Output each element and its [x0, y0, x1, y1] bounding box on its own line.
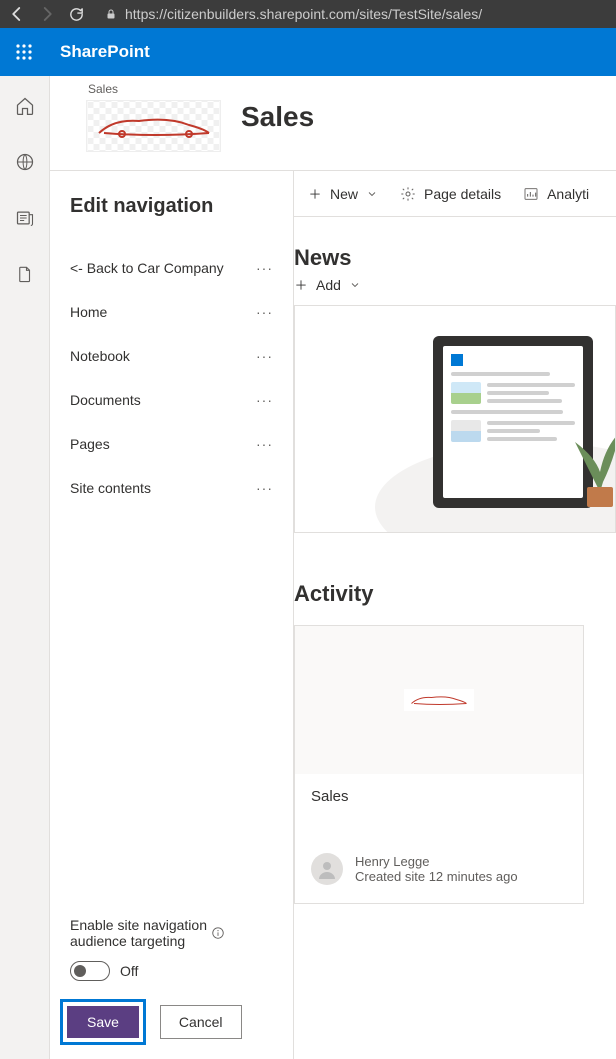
plus-icon: [294, 278, 308, 292]
activity-thumbnail: [295, 626, 583, 774]
nav-item-pages[interactable]: Pages···: [70, 422, 273, 466]
command-bar: New Page details Analyti: [294, 171, 616, 217]
new-button[interactable]: New: [308, 186, 378, 202]
more-icon[interactable]: ···: [256, 260, 273, 276]
activity-time: Created site 12 minutes ago: [355, 869, 518, 884]
nav-item-notebook[interactable]: Notebook···: [70, 334, 273, 378]
news-hero-placeholder: [294, 305, 616, 533]
plus-icon: [308, 187, 322, 201]
page-details-button[interactable]: Page details: [400, 186, 501, 202]
browser-forward-button[interactable]: [38, 5, 56, 23]
rail-globe-icon[interactable]: [15, 152, 35, 172]
app-launcher-button[interactable]: [8, 36, 40, 68]
more-icon[interactable]: ···: [256, 304, 273, 320]
browser-reload-button[interactable]: [68, 6, 85, 23]
news-heading: News: [294, 245, 616, 271]
lock-icon: [105, 7, 117, 21]
more-icon[interactable]: ···: [256, 480, 273, 496]
toggle-state-label: Off: [120, 963, 138, 979]
chevron-down-icon: [366, 188, 378, 200]
chevron-down-icon: [349, 279, 361, 291]
brand-label: SharePoint: [60, 42, 150, 62]
more-icon[interactable]: ···: [256, 392, 273, 408]
site-logo[interactable]: [86, 100, 221, 152]
activity-author: Henry Legge: [355, 854, 518, 869]
cancel-button[interactable]: Cancel: [160, 1005, 242, 1039]
save-button[interactable]: Save: [67, 1006, 139, 1038]
edit-nav-panel: Edit navigation <- Back to Car Company··…: [50, 171, 294, 1059]
site-title: Sales: [241, 101, 314, 133]
main-content: New Page details Analyti News: [294, 171, 616, 1059]
more-icon[interactable]: ···: [256, 436, 273, 452]
rail-news-icon[interactable]: [15, 208, 35, 228]
nav-item-home[interactable]: Home···: [70, 290, 273, 334]
rail-files-icon[interactable]: [16, 264, 34, 284]
url-text: https://citizenbuilders.sharepoint.com/s…: [125, 6, 482, 22]
rail-home-icon[interactable]: [15, 96, 35, 116]
gear-icon: [400, 186, 416, 202]
plant-illustration: [565, 402, 616, 512]
nav-item-back[interactable]: <- Back to Car Company···: [70, 246, 273, 290]
analytics-icon: [523, 186, 539, 202]
browser-back-button[interactable]: [8, 5, 26, 23]
more-icon[interactable]: ···: [256, 348, 273, 364]
edit-nav-heading: Edit navigation: [70, 195, 273, 218]
nav-item-sitecontents[interactable]: Site contents···: [70, 466, 273, 510]
site-breadcrumb: Sales: [88, 82, 221, 96]
address-bar[interactable]: https://citizenbuilders.sharepoint.com/s…: [97, 6, 608, 22]
suite-header: SharePoint: [0, 28, 616, 76]
nav-list: <- Back to Car Company··· Home··· Notebo…: [70, 246, 273, 903]
audience-targeting-toggle[interactable]: [70, 961, 110, 981]
avatar: [311, 853, 343, 885]
activity-heading: Activity: [294, 581, 616, 607]
news-add-button[interactable]: Add: [294, 277, 616, 293]
global-nav-rail: [0, 76, 50, 1059]
nav-item-documents[interactable]: Documents···: [70, 378, 273, 422]
activity-card-title: Sales: [311, 788, 567, 805]
analytics-button[interactable]: Analyti: [523, 186, 589, 202]
activity-card[interactable]: Sales Henry Legge Created site 12 minute…: [294, 625, 584, 904]
site-header: Sales Sales: [50, 76, 616, 170]
browser-toolbar: https://citizenbuilders.sharepoint.com/s…: [0, 0, 616, 28]
audience-targeting-label: Enable site navigationaudience targeting: [70, 917, 207, 949]
info-icon[interactable]: [211, 926, 225, 940]
